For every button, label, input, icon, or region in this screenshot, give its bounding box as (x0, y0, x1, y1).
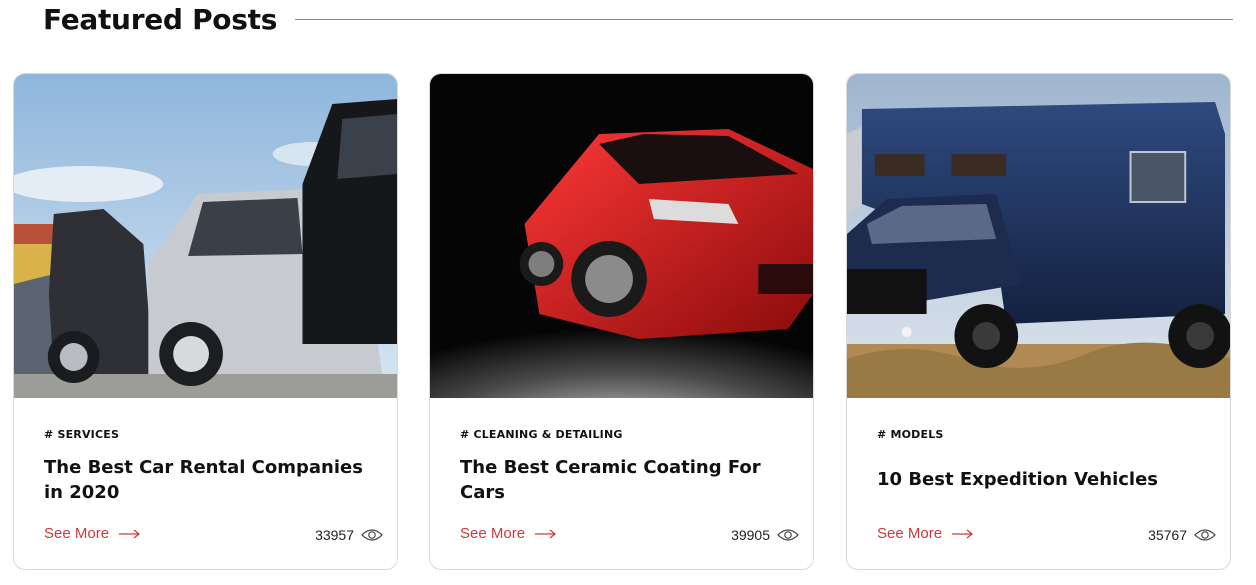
view-count-value: 35767 (1148, 527, 1187, 543)
see-more-label: See More (44, 525, 110, 542)
post-category[interactable]: # CLEANING & DETAILING (460, 428, 623, 441)
eye-icon (361, 529, 383, 541)
post-title[interactable]: 10 Best Expedition Vehicles (877, 467, 1207, 492)
post-title[interactable]: The Best Ceramic Coating For Cars (460, 455, 790, 505)
view-count: 33957 (315, 527, 383, 543)
post-card[interactable]: # MODELS 10 Best Expedition Vehicles See… (846, 73, 1231, 570)
arrow-right-icon (119, 528, 141, 539)
see-more-link[interactable]: See More (877, 525, 974, 542)
arrow-right-icon (535, 528, 557, 539)
view-count: 35767 (1148, 527, 1216, 543)
post-category[interactable]: # SERVICES (44, 428, 119, 441)
post-image-red-car[interactable] (430, 74, 813, 398)
see-more-label: See More (877, 525, 943, 542)
post-title[interactable]: The Best Car Rental Companies in 2020 (44, 455, 374, 505)
section-header: Featured Posts (43, 0, 1233, 40)
view-count: 39905 (731, 527, 799, 543)
arrow-right-icon (952, 528, 974, 539)
section-divider (295, 19, 1233, 20)
eye-icon (1194, 529, 1216, 541)
post-card[interactable]: # CLEANING & DETAILING The Best Ceramic … (429, 73, 814, 570)
view-count-value: 39905 (731, 527, 770, 543)
post-card[interactable]: # SERVICES The Best Car Rental Companies… (13, 73, 398, 570)
section-title: Featured Posts (43, 3, 278, 36)
post-image-expedition-truck[interactable] (847, 74, 1230, 398)
view-count-value: 33957 (315, 527, 354, 543)
post-category[interactable]: # MODELS (877, 428, 944, 441)
post-image-parked-cars[interactable] (14, 74, 397, 398)
see-more-link[interactable]: See More (460, 525, 557, 542)
see-more-link[interactable]: See More (44, 525, 141, 542)
see-more-label: See More (460, 525, 526, 542)
eye-icon (777, 529, 799, 541)
